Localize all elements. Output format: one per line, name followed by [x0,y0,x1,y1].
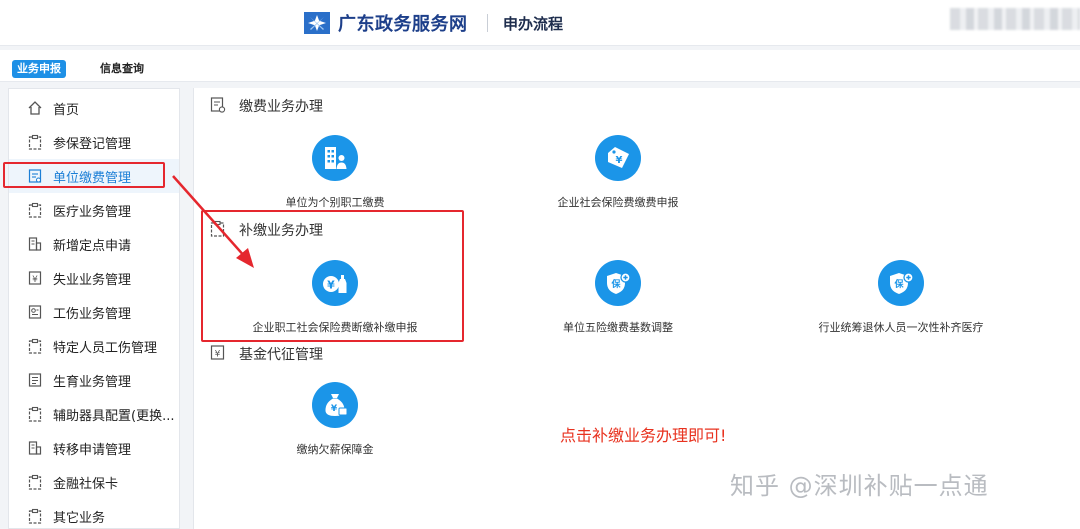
clipboard-icon [28,134,42,150]
doc-icon [28,373,42,387]
yuan-tag-icon: ¥ [608,147,629,168]
card-label: 企业社会保险费缴费申报 [557,196,679,209]
shield-text: 保 [610,278,621,290]
tab-bar: 业务申报 信息查询 [0,50,1080,82]
sidebar-item-medical[interactable]: 医疗业务管理 [9,193,179,227]
home-icon [28,101,42,115]
card-icon-circle: ¥ [312,382,358,428]
sidebar-item-work-injury[interactable]: 工伤业务管理 [9,295,179,329]
user-info-blurred[interactable] [950,8,1080,30]
sidebar-item-label: 首页 [53,103,80,118]
top-header: 广东政务服务网 申办流程 [0,0,1080,46]
sidebar-item-label: 医疗业务管理 [53,205,132,220]
yuan-symbol: ¥ [616,155,623,166]
card-retiree-medical-topup[interactable]: 保 行业统筹退休人员一次性补齐医疗 [781,260,1021,340]
svg-text:¥: ¥ [215,350,221,360]
gov-logo-icon [304,12,330,34]
sidebar-item-label: 辅助器具配置(更换... [53,409,175,424]
clipboard-icon [28,406,42,422]
card-icon-circle: 保 [595,260,641,306]
card-label: 单位五险缴费基数调整 [563,321,673,334]
svg-text:¥: ¥ [32,275,38,285]
sidebar-item-label: 金融社保卡 [53,477,119,492]
sidebar-item-label: 参保登记管理 [53,137,132,152]
yuan-doc-icon: ¥ [28,271,42,285]
card-icon-circle: 保 [878,260,924,306]
section-title-payment: 缴费业务办理 [239,99,323,115]
sidebar-item-label: 新增定点申请 [53,239,132,254]
card-label: 缴纳欠薪保障金 [296,443,374,456]
shield-plus-icon: 保 [890,272,914,294]
yuan-symbol: ¥ [331,404,338,414]
clipboard-icon [28,202,42,218]
highlight-box-back-payment [201,210,464,342]
sidebar-item-label: 转移申请管理 [53,443,132,458]
id-card-icon [28,305,42,319]
sidebar-item-special-injury[interactable]: 特定人员工伤管理 [9,329,179,363]
header-divider [487,14,488,32]
shield-text: 保 [893,278,904,290]
card-wage-arrears-fund[interactable]: ¥ 缴纳欠薪保障金 [215,382,455,462]
building-icon [28,237,42,251]
card-enterprise-declaration[interactable]: ¥ 企业社会保险费缴费申报 [498,135,738,215]
tab-business-apply[interactable]: 业务申报 [12,60,66,78]
sidebar-item-label: 其它业务 [53,511,106,526]
sidebar-item-transfer[interactable]: 转移申请管理 [9,431,179,465]
sidebar-item-new-designated[interactable]: 新增定点申请 [9,227,179,261]
card-individual-payment[interactable]: 单位为个别职工缴费 [215,135,455,215]
instruction-hint: 点击补缴业务办理即可! [560,426,727,445]
sidebar-item-label: 特定人员工伤管理 [53,341,158,356]
card-label: 行业统筹退休人员一次性补齐医疗 [818,321,984,334]
clipboard-icon [28,474,42,490]
sidebar-item-unemployment[interactable]: ¥ 失业业务管理 [9,261,179,295]
money-bag-icon: ¥ [325,394,348,416]
card-label: 单位为个别职工缴费 [285,196,385,209]
card-five-insurance-base[interactable]: 保 单位五险缴费基数调整 [498,260,738,340]
card-icon-circle: ¥ [595,135,641,181]
sidebar-item-label: 工伤业务管理 [53,307,132,322]
sidebar-item-label: 失业业务管理 [53,273,132,288]
sidebar-item-maternity[interactable]: 生育业务管理 [9,363,179,397]
sidebar-item-other[interactable]: 其它业务 [9,499,179,529]
sidebar-menu: 首页 参保登记管理 单位缴费管理 医疗业务管理 新增定点申请 ¥ 失业业务管理 … [8,88,180,529]
sidebar-item-assistive-devices[interactable]: 辅助器具配置(更换... [9,397,179,431]
building-person-icon [325,147,347,169]
clipboard-icon [28,508,42,524]
sidebar-item-label: 生育业务管理 [53,375,132,390]
shield-plus-icon: 保 [607,272,631,294]
site-title: 广东政务服务网 [338,14,468,35]
invoice-gear-icon [210,97,226,113]
yuan-doc-icon: ¥ [210,345,225,360]
sidebar-item-home[interactable]: 首页 [9,91,179,125]
clipboard-icon [28,338,42,354]
building-icon [28,441,42,455]
page-subtitle: 申办流程 [503,15,564,33]
sidebar-item-finance-card[interactable]: 金融社保卡 [9,465,179,499]
card-icon-circle [312,135,358,181]
section-title-fund-collection: 基金代征管理 [239,347,323,363]
sidebar-item-enrollment[interactable]: 参保登记管理 [9,125,179,159]
watermark-text: 知乎 @深圳补贴一点通 [730,472,989,500]
highlight-box-sidebar [3,162,165,188]
tab-info-query[interactable]: 信息查询 [100,60,144,78]
